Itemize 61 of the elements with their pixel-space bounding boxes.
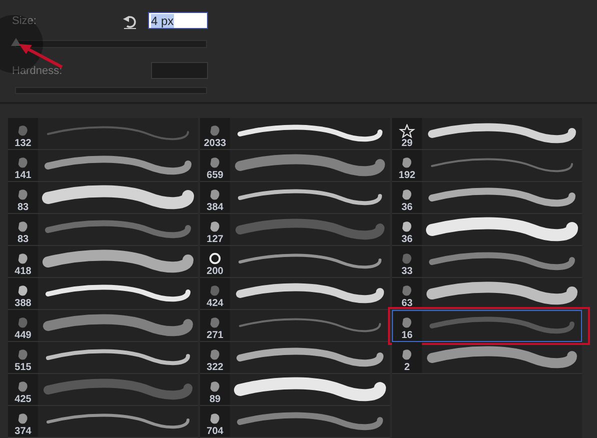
brush-preset[interactable]: 36 (392, 214, 582, 246)
brush-preset[interactable]: 322 (200, 342, 390, 374)
brush-size: 388 (14, 298, 32, 309)
brush-preset[interactable]: 200 (200, 246, 390, 278)
brush-preset[interactable]: 271 (200, 310, 390, 342)
brush-size: 200 (206, 266, 224, 277)
brush-preset[interactable]: 659 (200, 150, 390, 182)
brush-preset[interactable]: 83 (8, 214, 198, 246)
brush-size: 418 (14, 266, 32, 277)
brush-preset[interactable]: 449 (8, 310, 198, 342)
brush-preset[interactable]: 33 (392, 246, 582, 278)
brush-size: 83 (17, 234, 29, 245)
brush-preset[interactable]: 425 (8, 374, 198, 406)
brush-preset[interactable]: 83 (8, 182, 198, 214)
brush-size: 659 (206, 170, 224, 181)
brush-size: 16 (401, 330, 413, 341)
brush-preset[interactable]: 374 (8, 406, 198, 438)
brush-size: 2033 (204, 138, 226, 149)
brush-tip-icon (399, 124, 415, 138)
brush-size: 83 (17, 202, 29, 213)
brush-size: 192 (398, 170, 416, 181)
brush-tip-icon (207, 252, 223, 266)
brush-preset[interactable]: 89 (200, 374, 390, 406)
size-input[interactable]: 4 px (148, 12, 208, 29)
brush-size: 33 (401, 266, 413, 277)
brush-preset[interactable]: 36 (392, 182, 582, 214)
brush-size: 36 (401, 202, 413, 213)
brush-size: 704 (206, 426, 224, 437)
brush-size: 2 (404, 362, 410, 373)
brush-size: 29 (401, 138, 413, 149)
brush-preset[interactable]: 192 (392, 150, 582, 182)
brush-size: 132 (14, 138, 32, 149)
brush-preset[interactable]: 388 (8, 278, 198, 310)
brush-size: 425 (14, 394, 32, 405)
brush-preset[interactable]: 384 (200, 182, 390, 214)
brush-preset[interactable]: 63 (392, 278, 582, 310)
brush-preset[interactable]: 141 (8, 150, 198, 182)
brush-size: 322 (206, 362, 224, 373)
brush-preset[interactable]: 704 (200, 406, 390, 438)
brush-preset[interactable]: 515 (8, 342, 198, 374)
brush-preset[interactable]: 418 (8, 246, 198, 278)
brush-size: 384 (206, 202, 224, 213)
brush-preset[interactable]: 2 (392, 342, 582, 374)
brush-size: 424 (206, 298, 224, 309)
brush-preset[interactable]: 127 (200, 214, 390, 246)
brush-preset[interactable]: 424 (200, 278, 390, 310)
brush-preset[interactable]: 16 (392, 310, 582, 342)
brush-size: 63 (401, 298, 413, 309)
brush-size: 515 (14, 362, 32, 373)
size-label: Size: (12, 14, 36, 26)
brush-size: 449 (14, 330, 32, 341)
brush-size: 271 (206, 330, 224, 341)
brush-size: 141 (14, 170, 32, 181)
brush-size: 36 (401, 234, 413, 245)
brush-size: 127 (206, 234, 224, 245)
hardness-label: Hardness: (12, 64, 62, 76)
brush-preset[interactable]: 2033 (200, 118, 390, 150)
brush-size: 89 (209, 394, 221, 405)
brush-preset[interactable]: 29 (392, 118, 582, 150)
brush-size: 374 (14, 426, 32, 437)
brush-preset[interactable]: 132 (8, 118, 198, 150)
